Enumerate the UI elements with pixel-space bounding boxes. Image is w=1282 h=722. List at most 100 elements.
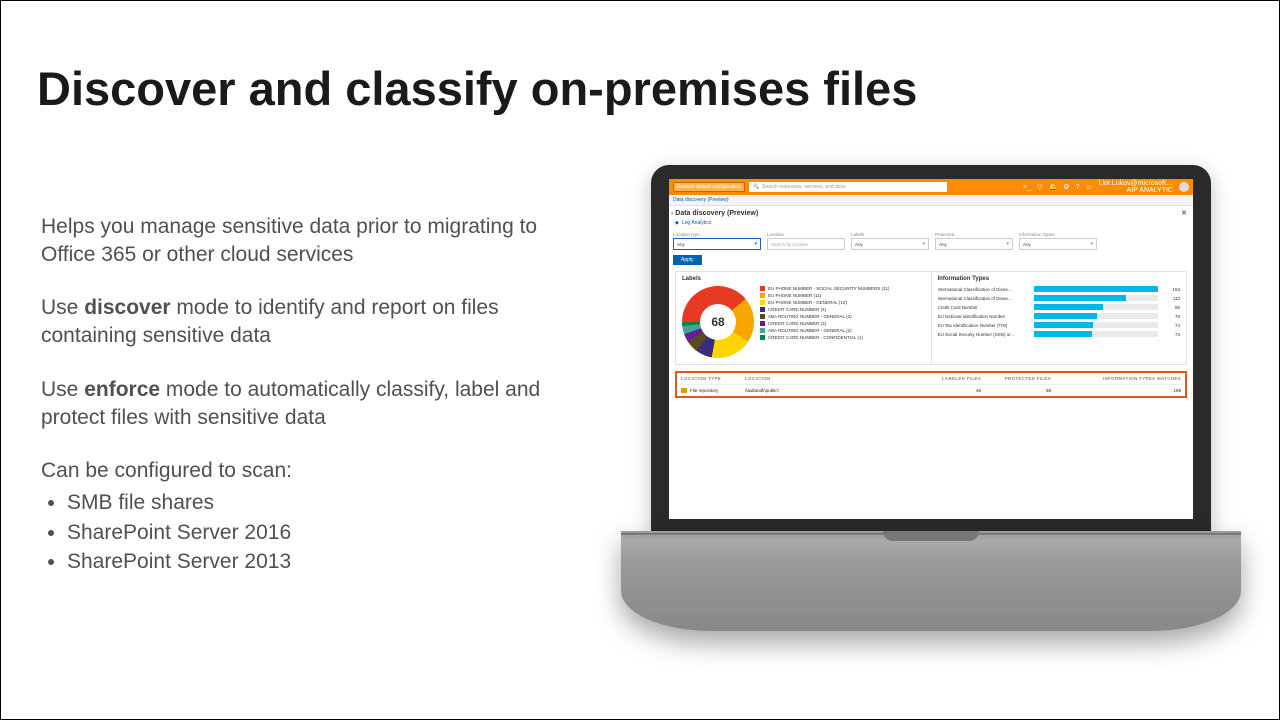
labels-select[interactable]: Any ▾ (851, 238, 929, 250)
folder-icon (681, 388, 687, 393)
table-row[interactable]: File repository \\aidlandlr\public\ 46 5… (677, 384, 1185, 396)
info-type-row[interactable]: EU Tax Identification Number (TIN)74 (938, 322, 1181, 328)
legend-swatch (760, 328, 765, 333)
slide: Discover and classify on-premises files … (0, 0, 1280, 720)
legend-label: ABA ROUTING NUMBER - GENERAL (2) (768, 328, 852, 333)
laptop-mock: Restore default configuration 🔍 Search r… (621, 165, 1241, 631)
scan-item: SharePoint Server 2016 (67, 519, 561, 547)
th-location: LOCATION (745, 376, 825, 381)
legend-swatch (760, 314, 765, 319)
info-type-row[interactable]: International Classification of Disea…15… (938, 286, 1181, 292)
legend-item[interactable]: CREDIT CARD NUMBER - CONFIDENTIAL (1) (760, 335, 890, 340)
legend-label: EU PHONE NUMBER - GENERAL (10) (768, 300, 847, 305)
labels-legend: EU PHONE NUMBER - SOCIAL SECURITY NUMBER… (760, 286, 890, 358)
user-block[interactable]: Lior.Lukov@microsoft… AIP ANALYTIC (1099, 180, 1173, 194)
bar-fill (1034, 331, 1093, 337)
apply-button[interactable]: Apply (673, 255, 702, 265)
bar-value: 153 (1162, 287, 1180, 292)
info-type-label: EU Social Security Number (SSN) or… (938, 332, 1030, 337)
filter-icon[interactable]: ▽ (1037, 183, 1042, 191)
screen-bezel: Restore default configuration 🔍 Search r… (651, 165, 1211, 531)
blade-title: - Data discovery (Preview) (671, 210, 758, 217)
cell-location: \\aidlandlr\public\ (745, 388, 825, 393)
blade-header: - Data discovery (Preview) ✕ (669, 206, 1193, 220)
slide-body: Helps you manage sensitive data prior to… (41, 213, 561, 578)
bar-value: 113 (1162, 296, 1180, 301)
table-header-row: LOCATION TYPE LOCATION LABELED FILES PRO… (677, 373, 1185, 384)
bar-value: 86 (1162, 305, 1180, 310)
azure-topbar: Restore default configuration 🔍 Search r… (669, 179, 1193, 195)
azure-portal-screenshot: Restore default configuration 🔍 Search r… (669, 179, 1193, 519)
protected-select[interactable]: Any ▾ (935, 238, 1013, 250)
bar-track (1034, 331, 1159, 337)
para-discover: Use discover mode to identify and report… (41, 294, 561, 349)
select-value: Any (939, 242, 947, 247)
cell-type-text: File repository (690, 388, 718, 393)
legend-item[interactable]: CREDIT CARD NUMBER (4) (760, 307, 890, 312)
legend-item[interactable]: EU PHONE NUMBER (11) (760, 293, 890, 298)
legend-item[interactable]: ABA ROUTING NUMBER - GENERAL (2) (760, 328, 890, 333)
notification-icon[interactable]: 🔔 (1049, 183, 1058, 191)
bar-track (1034, 322, 1159, 328)
legend-item[interactable]: ABA ROUTING NUMBER - GENERAL (3) (760, 314, 890, 319)
shell-icon[interactable]: >_ (1023, 184, 1031, 191)
legend-swatch (760, 335, 765, 340)
avatar[interactable] (1179, 182, 1189, 192)
info-type-row[interactable]: EU Social Security Number (SSN) or… 73 (938, 331, 1181, 337)
th-labeled: LABELED FILES (931, 376, 1001, 381)
chevron-down-icon: ▾ (1090, 241, 1093, 247)
log-analytics-link[interactable]: ◆ Log Analytics (669, 220, 1193, 230)
slide-title: Discover and classify on-premises files (37, 61, 917, 116)
legend-swatch (760, 286, 765, 291)
p3-pre: Use (41, 378, 84, 401)
log-analytics-icon: ◆ (675, 220, 679, 226)
bar-track (1034, 304, 1159, 310)
location-search-input[interactable]: Search by location (767, 238, 845, 250)
bar-track (1034, 295, 1159, 301)
para-enforce: Use enforce mode to automatically classi… (41, 376, 561, 431)
help-icon[interactable]: ? (1076, 184, 1080, 191)
p3-bold: enforce (84, 378, 160, 401)
info-type-label: International Classification of Disea… (938, 296, 1030, 301)
filter-label: Location type (673, 232, 761, 237)
legend-label: EU PHONE NUMBER (11) (768, 293, 821, 298)
bar-fill (1034, 295, 1126, 301)
breadcrumb[interactable]: Data discovery (Preview) (669, 195, 1193, 206)
filter-protected: Protected Any ▾ (935, 232, 1013, 250)
labels-panel-title: Labels (682, 276, 925, 282)
p2-bold: discover (84, 296, 170, 319)
laptop-base (621, 531, 1241, 631)
info-type-row[interactable]: International Classification of Disea… 11… (938, 295, 1181, 301)
legend-swatch (760, 293, 765, 298)
filter-labels: Labels Any ▾ (851, 232, 929, 250)
restore-config-button[interactable]: Restore default configuration (673, 182, 745, 192)
chevron-down-icon: ▾ (922, 241, 925, 247)
legend-item[interactable]: EU PHONE NUMBER - SOCIAL SECURITY NUMBER… (760, 286, 890, 291)
info-type-label: Credit Card Number (938, 305, 1030, 310)
settings-icon[interactable]: ⚙ (1063, 183, 1069, 191)
legend-item[interactable]: EU PHONE NUMBER - GENERAL (10) (760, 300, 890, 305)
feedback-icon[interactable]: ☺ (1085, 184, 1092, 191)
bar-value: 73 (1162, 332, 1180, 337)
panels: Labels 68 EU PHONE NUMBER - SOCIAL SECUR… (669, 265, 1193, 365)
filter-label: Location (767, 232, 845, 237)
filter-row: Location type Any ▾ Location Search by l… (669, 230, 1193, 252)
legend-label: CREDIT CARD NUMBER (2) (768, 321, 826, 326)
info-types-select[interactable]: Any ▾ (1019, 238, 1097, 250)
legend-item[interactable]: CREDIT CARD NUMBER (2) (760, 321, 890, 326)
info-type-label: EU Tax Identification Number (TIN) (938, 323, 1030, 328)
global-search-input[interactable]: 🔍 Search resources, services, and docs (749, 182, 947, 192)
close-icon[interactable]: ✕ (1181, 209, 1187, 217)
scan-list: SMB file shares SharePoint Server 2016 S… (41, 489, 561, 576)
bar-fill (1034, 286, 1159, 292)
legend-swatch (760, 321, 765, 326)
info-type-row[interactable]: EU National Identification Number78 (938, 313, 1181, 319)
select-value: Any (1023, 242, 1031, 247)
info-panel-title: Information Types (938, 276, 1181, 282)
info-types-panel: Information Types International Classifi… (931, 271, 1188, 365)
filter-info-types: Information Types Any ▾ (1019, 232, 1097, 250)
legend-swatch (760, 307, 765, 312)
location-type-select[interactable]: Any ▾ (673, 238, 761, 250)
info-type-row[interactable]: Credit Card Number 86 (938, 304, 1181, 310)
cell-labeled: 46 (931, 388, 1001, 393)
